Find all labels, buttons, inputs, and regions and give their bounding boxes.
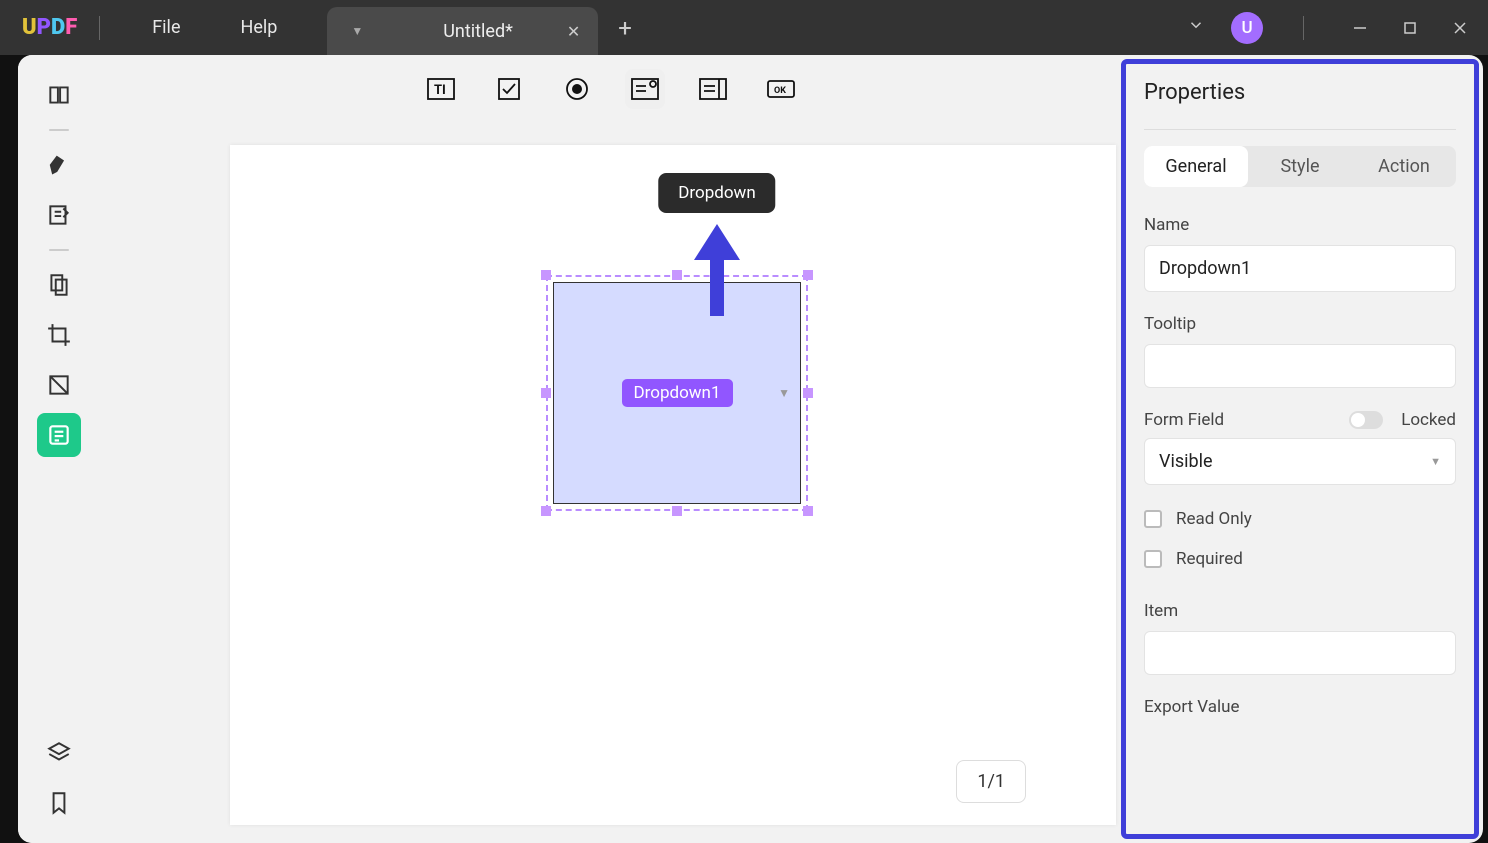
properties-tabs: General Style Action: [1144, 146, 1456, 187]
sidebar-bookmark-icon[interactable]: [37, 781, 81, 825]
separator: [49, 249, 69, 251]
sidebar-layers-icon[interactable]: [37, 731, 81, 775]
dropdown-caret-icon: ▼: [778, 386, 790, 400]
left-sidebar: [18, 55, 100, 843]
sidebar-form-icon[interactable]: [37, 413, 81, 457]
tooltip-label: Tooltip: [1144, 314, 1456, 334]
chevron-down-icon[interactable]: [1179, 8, 1213, 47]
resize-handle[interactable]: [541, 506, 551, 516]
resize-handle[interactable]: [803, 388, 813, 398]
tool-textfield-icon[interactable]: TI: [421, 69, 461, 109]
sidebar-crop-icon[interactable]: [37, 313, 81, 357]
tab-general[interactable]: General: [1144, 146, 1248, 187]
field-name-badge: Dropdown1: [622, 379, 733, 407]
resize-handle[interactable]: [803, 506, 813, 516]
window-close-icon[interactable]: [1444, 12, 1476, 44]
svg-text:OK: OK: [774, 86, 786, 96]
workspace: TI OK Dropdown: [18, 55, 1483, 843]
tool-checkbox-icon[interactable]: [489, 69, 529, 109]
visibility-select[interactable]: Visible ▼: [1144, 438, 1456, 485]
export-value-label: Export Value: [1144, 697, 1456, 717]
readonly-label: Read Only: [1176, 509, 1252, 529]
visibility-value: Visible: [1159, 451, 1213, 472]
name-label: Name: [1144, 215, 1456, 235]
page-counter[interactable]: 1/1: [956, 760, 1026, 803]
tooltip-input[interactable]: [1144, 344, 1456, 388]
window-minimize-icon[interactable]: [1344, 12, 1376, 44]
name-input[interactable]: [1144, 245, 1456, 292]
properties-panel: Properties General Style Action Name Too…: [1121, 59, 1479, 839]
divider: [99, 16, 100, 40]
resize-handle[interactable]: [541, 388, 551, 398]
document-page[interactable]: Dropdown1 ▼: [230, 145, 1116, 825]
tab-style[interactable]: Style: [1248, 146, 1352, 187]
user-avatar[interactable]: U: [1231, 12, 1263, 44]
required-label: Required: [1176, 549, 1243, 569]
tool-button-icon[interactable]: OK: [761, 69, 801, 109]
menu-help[interactable]: Help: [210, 17, 307, 38]
resize-handle[interactable]: [672, 506, 682, 516]
canvas-area[interactable]: TI OK Dropdown: [100, 55, 1121, 843]
tab-title: Untitled*: [443, 21, 513, 42]
separator: [49, 129, 69, 131]
sidebar-redact-icon[interactable]: [37, 363, 81, 407]
select-caret-icon: ▼: [1430, 455, 1441, 468]
locked-toggle[interactable]: [1349, 411, 1383, 429]
resize-handle[interactable]: [541, 270, 551, 280]
formfield-label: Form Field: [1144, 410, 1224, 430]
menu-file[interactable]: File: [122, 17, 210, 38]
sidebar-reader-icon[interactable]: [37, 73, 81, 117]
tab-close-icon[interactable]: ✕: [563, 18, 584, 45]
item-label: Item: [1144, 601, 1456, 621]
titlebar: UPDF File Help ▼ Untitled* ✕ + U: [0, 0, 1488, 55]
tab-action[interactable]: Action: [1352, 146, 1456, 187]
tool-radio-icon[interactable]: [557, 69, 597, 109]
tool-dropdown-icon[interactable]: [625, 69, 665, 109]
required-checkbox[interactable]: [1144, 550, 1162, 568]
locked-label: Locked: [1401, 410, 1456, 430]
new-tab-button[interactable]: +: [618, 14, 632, 42]
form-field-selection[interactable]: Dropdown1 ▼: [546, 275, 808, 511]
readonly-checkbox[interactable]: [1144, 510, 1162, 528]
item-input[interactable]: [1144, 631, 1456, 675]
svg-text:TI: TI: [434, 83, 446, 98]
app-logo: UPDF: [22, 15, 77, 40]
sidebar-comment-icon[interactable]: [37, 143, 81, 187]
form-toolbar: TI OK: [421, 69, 801, 109]
toolbar-tooltip: Dropdown: [658, 173, 775, 213]
resize-handle[interactable]: [672, 270, 682, 280]
divider: [1303, 16, 1304, 40]
annotation-arrow-icon: [692, 220, 742, 320]
resize-handle[interactable]: [803, 270, 813, 280]
properties-title: Properties: [1144, 80, 1456, 105]
sidebar-edit-icon[interactable]: [37, 193, 81, 237]
document-tab[interactable]: ▼ Untitled* ✕: [327, 7, 598, 55]
tool-listbox-icon[interactable]: [693, 69, 733, 109]
sidebar-organize-icon[interactable]: [37, 263, 81, 307]
tab-caret-icon[interactable]: ▼: [351, 24, 363, 38]
window-maximize-icon[interactable]: [1394, 12, 1426, 44]
dropdown-field[interactable]: Dropdown1 ▼: [553, 282, 801, 504]
